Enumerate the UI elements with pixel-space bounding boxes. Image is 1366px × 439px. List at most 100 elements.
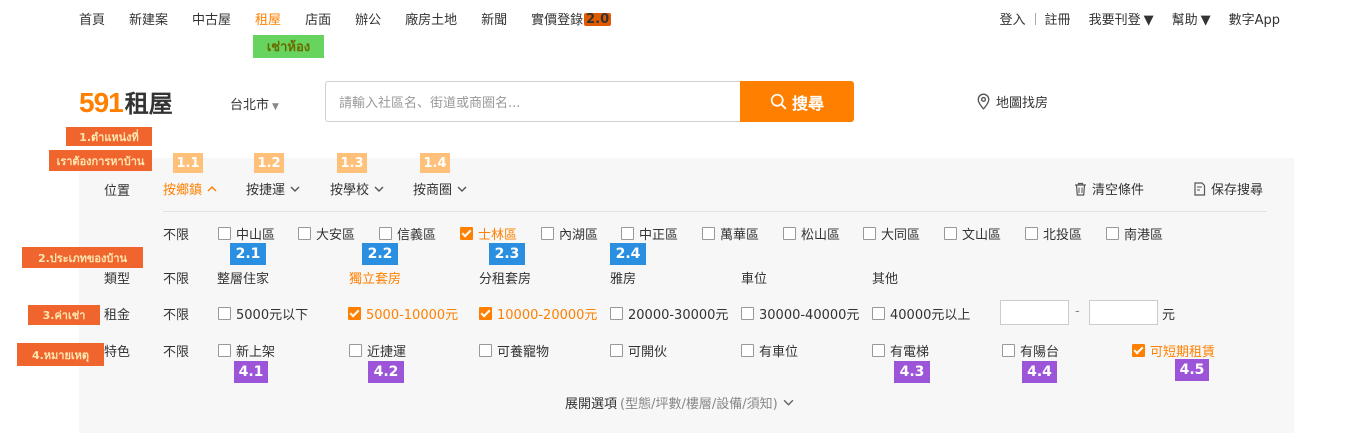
feature-option-label: 可開伙 [628, 345, 668, 360]
checkbox[interactable] [218, 344, 231, 357]
checkbox[interactable] [741, 344, 754, 357]
rent-any[interactable]: 不限 [163, 304, 189, 323]
nav-news[interactable]: 新聞 [481, 9, 507, 28]
checkbox-checked[interactable] [348, 307, 361, 320]
type-whole-floor[interactable]: 整層住家 [217, 268, 269, 287]
feature-option[interactable]: 可短期租賃 [1132, 341, 1215, 360]
district-option[interactable]: 大同區 [863, 224, 920, 243]
checkbox[interactable] [1002, 344, 1015, 357]
checkbox[interactable] [379, 227, 392, 240]
checkbox-checked[interactable] [479, 307, 492, 320]
rent-min-input[interactable] [1000, 300, 1069, 325]
checkbox[interactable] [349, 344, 362, 357]
nav-office[interactable]: 辦公 [355, 9, 381, 28]
post-menu[interactable]: 我要刊登 ▼ [1089, 9, 1154, 28]
district-option[interactable]: 北投區 [1025, 224, 1082, 243]
checkbox[interactable] [541, 227, 554, 240]
rent-option[interactable]: 20000-30000元 [610, 304, 728, 323]
save-search-button[interactable]: 保存搜尋 [1193, 179, 1263, 198]
rent-option-label: 5000元以下 [236, 308, 309, 323]
district-option[interactable]: 內湖區 [541, 224, 598, 243]
checkbox[interactable] [479, 344, 492, 357]
nav-new-projects[interactable]: 新建案 [129, 9, 168, 28]
type-any[interactable]: 不限 [163, 268, 189, 287]
expand-options-button[interactable]: 展開選項 (型態/坪數/樓層/設備/須知) [565, 393, 794, 412]
type-parking[interactable]: 車位 [741, 268, 767, 287]
feature-option[interactable]: 近捷運 [349, 341, 406, 360]
district-option[interactable]: 士林區 [460, 224, 517, 243]
checkbox[interactable] [863, 227, 876, 240]
tab-by-school[interactable]: 按學校 [330, 179, 384, 198]
feature-option[interactable]: 新上架 [218, 341, 275, 360]
feature-option[interactable]: 可開伙 [610, 341, 667, 360]
checkbox[interactable] [702, 227, 715, 240]
nav-price-register[interactable]: 實價登錄 2.0 [531, 9, 612, 28]
checkbox[interactable] [610, 344, 623, 357]
city-select[interactable]: 台北市 ▼ [230, 94, 279, 113]
checkbox-checked[interactable] [460, 227, 473, 240]
rent-option[interactable]: 40000元以上 [872, 304, 970, 323]
feature-option[interactable]: 有電梯 [872, 341, 929, 360]
district-option[interactable]: 大安區 [298, 224, 355, 243]
type-other[interactable]: 其他 [872, 268, 898, 287]
app-link[interactable]: 數字App [1229, 9, 1280, 28]
district-option[interactable]: 文山區 [944, 224, 1001, 243]
search-button-label: 搜尋 [791, 93, 824, 113]
nav-factory-land[interactable]: 廠房土地 [405, 9, 457, 28]
district-option[interactable]: 中正區 [621, 224, 678, 243]
type-room[interactable]: 雅房 [610, 268, 636, 287]
district-option[interactable]: 松山區 [783, 224, 840, 243]
checkbox[interactable] [1025, 227, 1038, 240]
rent-option[interactable]: 10000-20000元 [479, 304, 597, 323]
search-button[interactable]: 搜尋 [740, 81, 854, 122]
feature-any[interactable]: 不限 [163, 341, 189, 360]
rent-max-input[interactable] [1089, 300, 1158, 325]
rent-label: 租金 [104, 308, 131, 323]
checkbox[interactable] [218, 307, 231, 320]
search-input[interactable]: 請輸入社區名、街道或商圈名... [325, 81, 741, 122]
annotation-2-3: 2.3 [489, 243, 525, 265]
chevron-down-icon [457, 186, 467, 192]
map-search-link[interactable]: 地圖找房 [976, 92, 1048, 111]
nav-home[interactable]: 首頁 [79, 9, 105, 28]
checkbox[interactable] [872, 344, 885, 357]
feature-option[interactable]: 可養寵物 [479, 341, 549, 360]
checkbox[interactable] [872, 307, 885, 320]
checkbox[interactable] [610, 307, 623, 320]
site-logo[interactable]: 591 租屋 [79, 84, 173, 119]
checkbox[interactable] [741, 307, 754, 320]
rent-option[interactable]: 30000-40000元 [741, 304, 859, 323]
tab-by-district[interactable]: 按鄉鎮 [163, 179, 217, 198]
annotation-1-2: 1.2 [254, 153, 284, 173]
district-option[interactable]: 萬華區 [702, 224, 759, 243]
checkbox[interactable] [298, 227, 311, 240]
checkbox[interactable] [218, 227, 231, 240]
annotation-4-3: 4.3 [894, 361, 930, 383]
district-option[interactable]: 中山區 [218, 224, 275, 243]
type-shared-suite[interactable]: 分租套房 [479, 268, 531, 287]
rent-option[interactable]: 5000-10000元 [348, 304, 458, 323]
checkbox[interactable] [944, 227, 957, 240]
checkbox[interactable] [621, 227, 634, 240]
chevron-down-icon [783, 399, 794, 406]
rent-option[interactable]: 5000元以下 [218, 304, 308, 323]
district-any[interactable]: 不限 [163, 224, 189, 243]
register-link[interactable]: 註冊 [1045, 9, 1071, 28]
checkbox[interactable] [1106, 227, 1119, 240]
tab-by-mrt[interactable]: 按捷運 [246, 179, 300, 198]
feature-option[interactable]: 有陽台 [1002, 341, 1059, 360]
help-menu[interactable]: 幫助 ▼ [1172, 9, 1211, 28]
tab-by-business-district[interactable]: 按商圈 [413, 179, 467, 198]
checkbox-checked[interactable] [1132, 344, 1145, 357]
district-option[interactable]: 南港區 [1106, 224, 1163, 243]
type-independent-suite[interactable]: 獨立套房 [349, 268, 401, 287]
range-dash: - [1075, 304, 1080, 319]
nav-rent[interactable]: 租屋 [255, 9, 281, 28]
feature-option[interactable]: 有車位 [741, 341, 798, 360]
checkbox[interactable] [783, 227, 796, 240]
clear-conditions-button[interactable]: 清空條件 [1074, 179, 1144, 198]
nav-shop[interactable]: 店面 [305, 9, 331, 28]
login-link[interactable]: 登入 [1000, 9, 1026, 28]
nav-resale[interactable]: 中古屋 [192, 9, 231, 28]
district-option[interactable]: 信義區 [379, 224, 436, 243]
